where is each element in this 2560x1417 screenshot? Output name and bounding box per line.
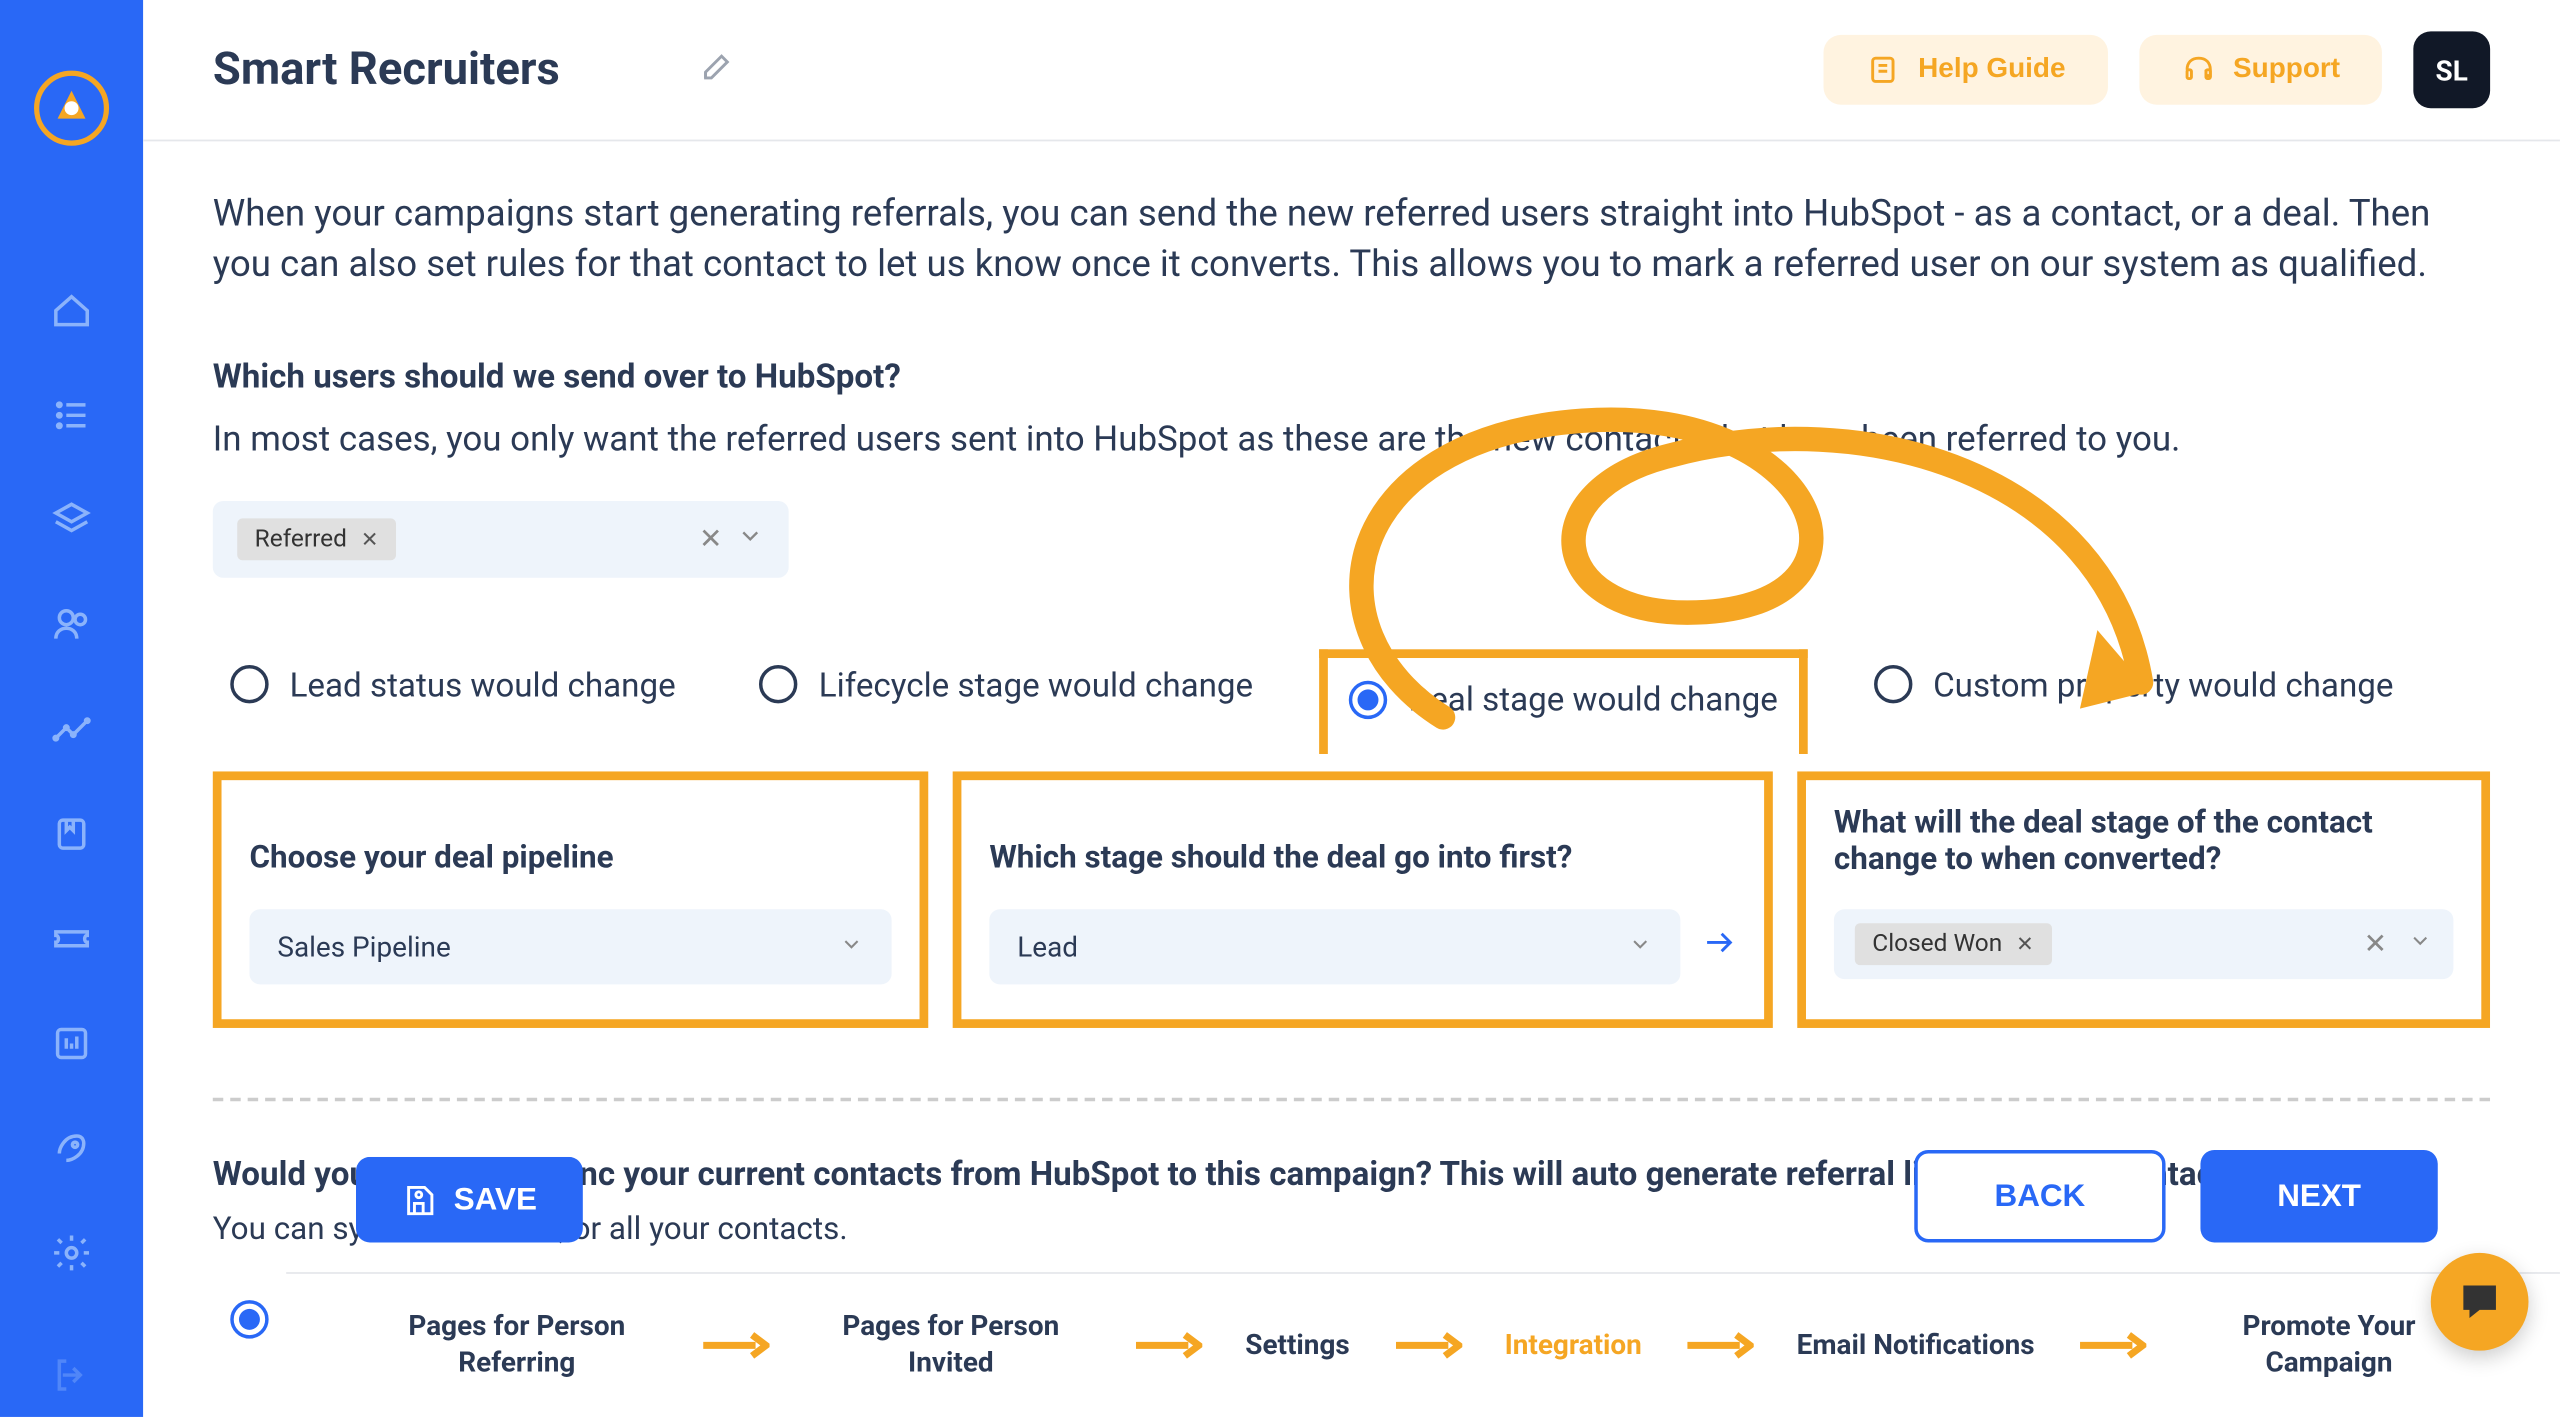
- avatar[interactable]: SL: [2413, 31, 2490, 108]
- radio-label: Lead status would change: [290, 664, 676, 704]
- config-converted-stage-box: What will the deal stage of the contact …: [1797, 771, 2490, 1028]
- first-stage-select[interactable]: Lead: [989, 909, 1680, 984]
- config-first-stage-box: Which stage should the deal go into firs…: [953, 771, 1773, 1028]
- step-promote[interactable]: Promote Your Campaign: [2189, 1309, 2468, 1382]
- chip-closed-won: Closed Won ✕: [1855, 923, 2051, 965]
- arrow-right-icon: [1701, 925, 1736, 967]
- header: Smart Recruiters Help Guide Support SL: [143, 0, 2560, 141]
- radio-label: Custom property would change: [1933, 664, 2393, 704]
- chip-referred: Referred ✕: [237, 518, 396, 560]
- pipeline-select[interactable]: Sales Pipeline: [250, 909, 892, 984]
- sidebar: [0, 0, 143, 1417]
- book-icon: [1866, 52, 1901, 87]
- users-select[interactable]: Referred ✕ ✕: [213, 500, 789, 577]
- radio-icon: [760, 665, 798, 703]
- step-arrow-icon: [699, 1332, 769, 1360]
- users-icon[interactable]: [47, 600, 96, 649]
- chat-icon: [2455, 1277, 2504, 1326]
- bookmark-icon[interactable]: [47, 810, 96, 859]
- radio-lifecycle[interactable]: Lifecycle stage would change: [742, 647, 1271, 722]
- users-section-title: Which users should we send over to HubSp…: [213, 356, 2490, 396]
- chip-label: Closed Won: [1872, 930, 2002, 958]
- chevron-down-icon: [1628, 930, 1652, 963]
- radio-deal-stage[interactable]: Deal stage would change: [1320, 650, 1808, 755]
- step-arrow-icon: [1684, 1332, 1754, 1360]
- ticket-icon[interactable]: [47, 914, 96, 963]
- list-icon[interactable]: [47, 391, 96, 440]
- step-email-notifications[interactable]: Email Notifications: [1797, 1328, 2035, 1364]
- step-arrow-icon: [1392, 1332, 1462, 1360]
- chart-icon[interactable]: [47, 1019, 96, 1068]
- app-logo: [33, 70, 110, 147]
- rocket-icon[interactable]: [47, 1124, 96, 1173]
- radio-label: Deal stage would change: [1409, 679, 1778, 719]
- home-icon[interactable]: [47, 286, 96, 335]
- analytics-icon[interactable]: [47, 705, 96, 754]
- radio-lead-status[interactable]: Lead status would change: [213, 647, 693, 722]
- save-label: SAVE: [454, 1181, 537, 1218]
- save-icon: [401, 1182, 436, 1217]
- radio-label: Lifecycle stage would change: [819, 664, 1253, 704]
- users-section-sub: In most cases, you only want the referre…: [213, 417, 2490, 459]
- radio-icon: [1874, 665, 1912, 703]
- config-pipeline-box: Choose your deal pipeline Sales Pipeline: [213, 771, 928, 1028]
- chevron-down-icon: [2408, 927, 2432, 960]
- radio-icon: [230, 1301, 268, 1339]
- intro-text: When your campaigns start generating ref…: [213, 190, 2490, 293]
- chip-remove-icon[interactable]: ✕: [2016, 931, 2034, 955]
- step-settings[interactable]: Settings: [1245, 1328, 1350, 1364]
- support-label: Support: [2233, 54, 2340, 85]
- change-type-radio-group: Lead status would change Lifecycle stage…: [213, 647, 2490, 722]
- chat-button[interactable]: [2431, 1253, 2529, 1351]
- step-pages-referring[interactable]: Pages for Person Referring: [377, 1309, 656, 1382]
- step-arrow-icon: [1133, 1332, 1203, 1360]
- divider: [213, 1097, 2490, 1100]
- radio-icon: [230, 665, 268, 703]
- select-value: Lead: [1017, 930, 1078, 963]
- headset-icon: [2181, 52, 2216, 87]
- radio-custom-property[interactable]: Custom property would change: [1856, 647, 2411, 722]
- chevron-down-icon[interactable]: [736, 521, 764, 556]
- help-guide-button[interactable]: Help Guide: [1824, 35, 2107, 105]
- settings-icon[interactable]: [47, 1228, 96, 1277]
- config-title: Choose your deal pipeline: [250, 804, 892, 881]
- clear-icon[interactable]: ✕: [2364, 927, 2387, 960]
- config-row: Choose your deal pipeline Sales Pipeline…: [213, 771, 2490, 1028]
- next-button[interactable]: NEXT: [2200, 1150, 2437, 1242]
- chip-label: Referred: [255, 525, 347, 553]
- step-arrow-icon: [2077, 1332, 2147, 1360]
- chevron-down-icon: [839, 930, 863, 963]
- back-button[interactable]: BACK: [1914, 1150, 2165, 1242]
- chip-remove-icon[interactable]: ✕: [361, 527, 379, 551]
- stepper: Pages for Person Referring Pages for Per…: [286, 1273, 2560, 1417]
- page-title: Smart Recruiters: [213, 44, 560, 96]
- config-title: Which stage should the deal go into firs…: [989, 804, 1736, 881]
- layers-icon[interactable]: [47, 496, 96, 545]
- step-pages-invited[interactable]: Pages for Person Invited: [811, 1309, 1090, 1382]
- select-value: Sales Pipeline: [277, 930, 450, 963]
- radio-icon: [1349, 680, 1387, 718]
- clear-icon[interactable]: ✕: [699, 522, 722, 555]
- step-integration[interactable]: Integration: [1505, 1328, 1642, 1364]
- help-guide-label: Help Guide: [1918, 54, 2065, 85]
- edit-icon[interactable]: [699, 49, 734, 91]
- config-title: What will the deal stage of the contact …: [1834, 804, 2453, 881]
- support-button[interactable]: Support: [2139, 35, 2382, 105]
- save-button[interactable]: SAVE: [356, 1157, 582, 1243]
- logout-icon[interactable]: [47, 1351, 96, 1400]
- converted-stage-select[interactable]: Closed Won ✕ ✕: [1834, 909, 2453, 979]
